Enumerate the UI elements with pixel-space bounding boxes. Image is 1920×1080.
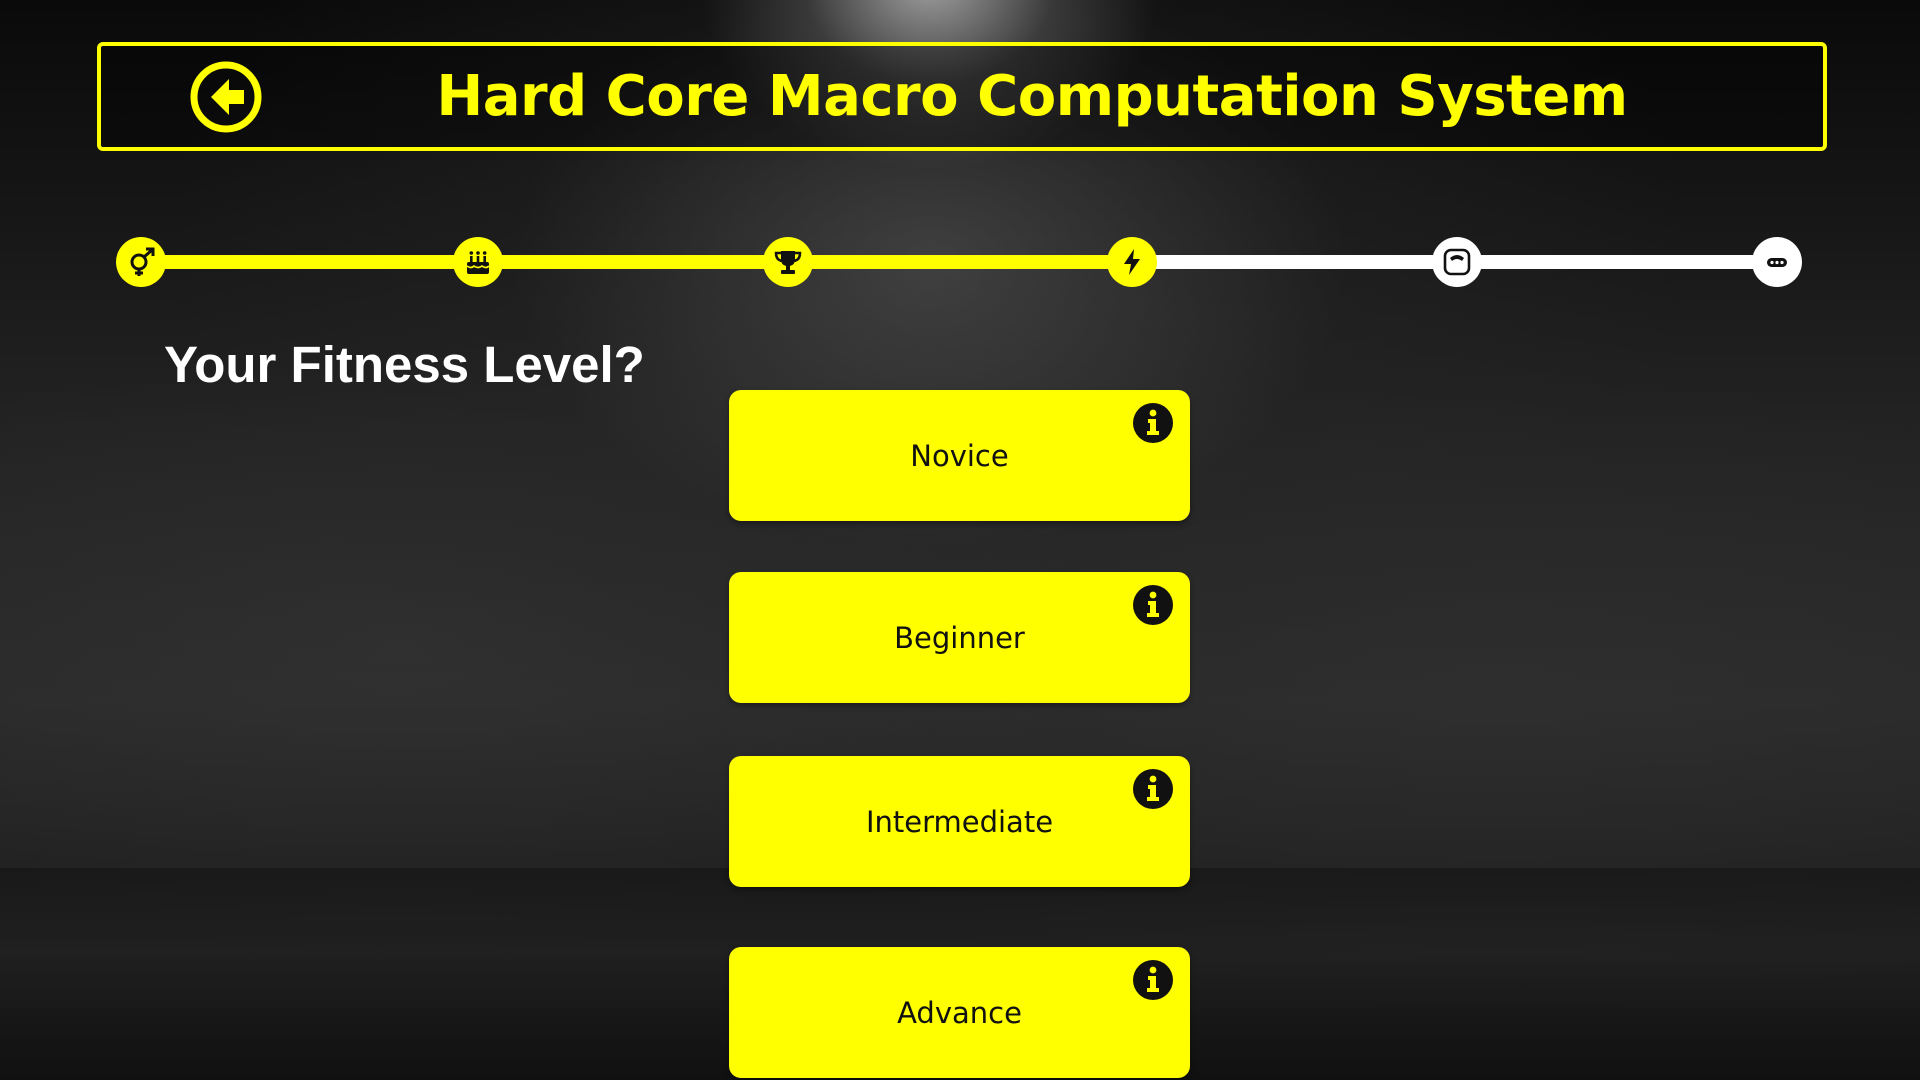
step-weight[interactable] <box>1432 237 1482 287</box>
progress-stepper <box>0 0 1920 300</box>
birthday-cake-icon <box>466 251 490 274</box>
step-more[interactable] <box>1752 237 1802 287</box>
progress-track-completed <box>140 255 1132 269</box>
more-dots-icon <box>1767 258 1787 267</box>
info-icon[interactable] <box>1132 402 1174 444</box>
info-icon[interactable] <box>1132 959 1174 1001</box>
weight-scale-icon <box>1443 248 1471 276</box>
option-label: Advance <box>897 995 1022 1030</box>
option-label: Novice <box>910 438 1009 473</box>
option-label: Intermediate <box>865 804 1054 839</box>
option-advance-button[interactable]: Advance <box>729 947 1190 1078</box>
step-fitness-level[interactable] <box>1107 237 1157 287</box>
info-icon[interactable] <box>1132 584 1174 626</box>
option-intermediate-button[interactable]: Intermediate <box>729 756 1190 887</box>
lightning-icon <box>1124 249 1140 275</box>
trophy-icon <box>774 251 802 274</box>
gender-icon <box>130 247 155 276</box>
option-beginner-button[interactable]: Beginner <box>729 572 1190 703</box>
option-novice-button[interactable]: Novice <box>729 390 1190 521</box>
question-heading: Your Fitness Level? <box>164 336 645 393</box>
option-label: Beginner <box>894 620 1025 655</box>
info-icon[interactable] <box>1132 768 1174 810</box>
app-screen: Hard Core Macro Computation System Your … <box>0 0 1920 1080</box>
step-goal[interactable] <box>763 237 813 287</box>
step-gender[interactable] <box>116 237 166 287</box>
step-age[interactable] <box>453 237 503 287</box>
